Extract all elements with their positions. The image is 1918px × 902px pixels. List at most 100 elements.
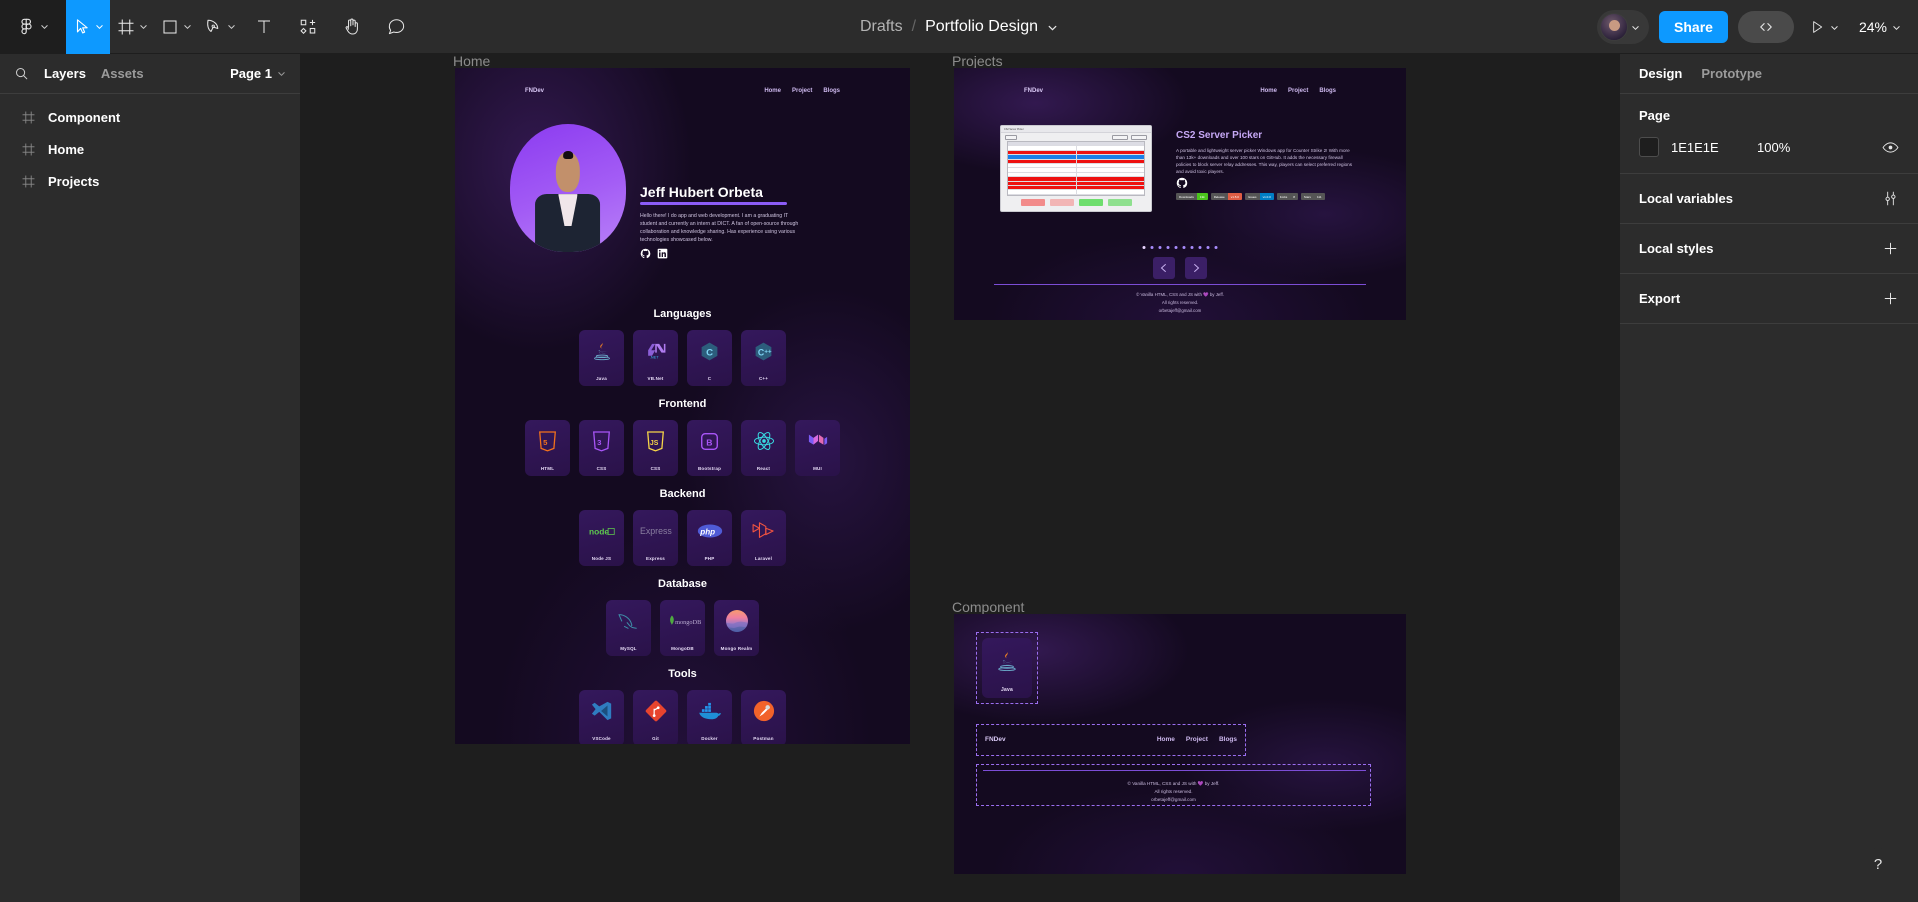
tech-card-css[interactable]: 3 CSS bbox=[579, 420, 624, 476]
page-selector[interactable]: Page 1 bbox=[230, 66, 286, 81]
nav-link-project[interactable]: Project bbox=[1288, 88, 1308, 94]
design-canvas[interactable]: Home FNDev Home Project Blogs Jeff Huber… bbox=[301, 54, 1619, 902]
figma-menu-button[interactable] bbox=[0, 0, 66, 54]
tab-layers[interactable]: Layers bbox=[44, 66, 86, 81]
local-styles-row[interactable]: Local styles bbox=[1620, 224, 1918, 274]
nav-link-home[interactable]: Home bbox=[764, 88, 781, 94]
carousel-dot[interactable] bbox=[1150, 246, 1154, 249]
nav-link-home[interactable]: Home bbox=[1260, 88, 1277, 94]
local-variables-row[interactable]: Local variables bbox=[1620, 174, 1918, 224]
add-local-style-button[interactable] bbox=[1882, 240, 1899, 257]
file-menu-chevron-down-icon[interactable] bbox=[1047, 22, 1058, 33]
carousel-dot[interactable] bbox=[1142, 246, 1146, 249]
fill-color-swatch[interactable] bbox=[1639, 137, 1659, 157]
site-brand[interactable]: FNDev bbox=[985, 736, 1006, 743]
nav-link-project[interactable]: Project bbox=[1186, 736, 1208, 743]
badge-downloads: Downloads 13k bbox=[1176, 193, 1208, 200]
nav-link-blogs[interactable]: Blogs bbox=[1319, 88, 1336, 94]
file-title[interactable]: Portfolio Design bbox=[925, 18, 1038, 36]
hand-tool-button[interactable] bbox=[330, 0, 374, 54]
site-brand[interactable]: FNDev bbox=[1024, 88, 1043, 94]
frame-home[interactable]: FNDev Home Project Blogs Jeff Hubert Orb… bbox=[455, 68, 910, 744]
layer-item-component[interactable]: Component bbox=[0, 101, 300, 133]
fill-opacity-value[interactable]: 100% bbox=[1757, 140, 1790, 155]
export-row[interactable]: Export bbox=[1620, 274, 1918, 324]
layer-item-projects[interactable]: Projects bbox=[0, 165, 300, 197]
local-variables-open-button[interactable] bbox=[1882, 190, 1899, 207]
tech-card-react[interactable]: React bbox=[741, 420, 786, 476]
tab-design[interactable]: Design bbox=[1639, 66, 1682, 81]
carousel-dot[interactable] bbox=[1190, 246, 1194, 249]
carousel-next-button[interactable] bbox=[1185, 257, 1207, 279]
comment-icon bbox=[388, 19, 404, 35]
carousel-prev-button[interactable] bbox=[1153, 257, 1175, 279]
nav-link-blogs[interactable]: Blogs bbox=[1219, 736, 1237, 743]
cpp-icon: C ++ bbox=[751, 338, 777, 364]
frame-projects[interactable]: FNDev Home Project Blogs CS2 Server Pick… bbox=[954, 68, 1406, 320]
tech-card-docker[interactable]: Docker bbox=[687, 690, 732, 744]
carousel-dot[interactable] bbox=[1158, 246, 1162, 249]
breadcrumb-parent[interactable]: Drafts bbox=[860, 18, 903, 36]
tech-card-vscode[interactable]: VSCode bbox=[579, 690, 624, 744]
tech-card-express[interactable]: Express Express bbox=[633, 510, 678, 566]
tech-card-postman[interactable]: Postman bbox=[741, 690, 786, 744]
tech-card-cpp[interactable]: C ++ C++ bbox=[741, 330, 786, 386]
help-button[interactable]: ? bbox=[1862, 848, 1894, 880]
tech-card-bootstrap[interactable]: B Bootstrap bbox=[687, 420, 732, 476]
nav-link-project[interactable]: Project bbox=[792, 88, 812, 94]
carousel-dot[interactable] bbox=[1166, 246, 1170, 249]
tech-card-html[interactable]: 5 HTML bbox=[525, 420, 570, 476]
fill-hex-value[interactable]: 1E1E1E bbox=[1671, 140, 1745, 155]
tech-card-mysql[interactable]: MySQL bbox=[606, 600, 651, 656]
tech-card-mongo-realm[interactable]: Mongo Realm bbox=[714, 600, 759, 656]
project-repo-link[interactable] bbox=[1176, 176, 1188, 194]
carousel-dot[interactable] bbox=[1198, 246, 1202, 249]
frame-component[interactable]: Java FNDev Home Project Blogs © Vanilla … bbox=[954, 614, 1406, 874]
frame-label-projects[interactable]: Projects bbox=[952, 54, 1003, 69]
nav-link-home[interactable]: Home bbox=[1157, 736, 1175, 743]
carousel-dot[interactable] bbox=[1182, 246, 1186, 249]
tab-assets[interactable]: Assets bbox=[101, 66, 144, 81]
frame-tool-button[interactable] bbox=[110, 0, 154, 54]
fill-visibility-toggle[interactable] bbox=[1882, 139, 1899, 156]
tech-card-nodejs[interactable]: node Node JS bbox=[579, 510, 624, 566]
frame-label-component[interactable]: Component bbox=[952, 599, 1024, 615]
carousel-dot[interactable] bbox=[1174, 246, 1178, 249]
move-tool-button[interactable] bbox=[66, 0, 110, 54]
tech-card-vbnet[interactable]: .NET VB.Net bbox=[633, 330, 678, 386]
layer-item-home[interactable]: Home bbox=[0, 133, 300, 165]
present-button[interactable] bbox=[1804, 19, 1844, 35]
github-icon[interactable] bbox=[640, 248, 651, 259]
tab-prototype[interactable]: Prototype bbox=[1701, 66, 1762, 81]
actions-tool-button[interactable] bbox=[286, 0, 330, 54]
add-export-button[interactable] bbox=[1882, 290, 1899, 307]
tech-card-c[interactable]: C C bbox=[687, 330, 732, 386]
tech-card-mongodb[interactable]: mongoDB MongoDB bbox=[660, 600, 705, 656]
dev-mode-button[interactable] bbox=[1737, 11, 1794, 43]
tech-card-laravel[interactable]: Laravel bbox=[741, 510, 786, 566]
tech-card-javascript[interactable]: JS CSS bbox=[633, 420, 678, 476]
shape-tool-button[interactable] bbox=[154, 0, 198, 54]
tech-card-git[interactable]: Git bbox=[633, 690, 678, 744]
frame-label-home[interactable]: Home bbox=[453, 54, 490, 69]
comment-tool-button[interactable] bbox=[374, 0, 418, 54]
component-navbar-wrapper[interactable]: FNDev Home Project Blogs bbox=[976, 724, 1246, 756]
zoom-menu[interactable]: 24% bbox=[1854, 19, 1906, 35]
nav-link-blogs[interactable]: Blogs bbox=[823, 88, 840, 94]
component-tech-card-java[interactable]: Java bbox=[982, 638, 1032, 698]
component-footer-wrapper[interactable]: © Vanilla HTML, CSS and JS with 💜 by Jef… bbox=[976, 764, 1371, 806]
tech-card-mui[interactable]: MUI bbox=[795, 420, 840, 476]
linkedin-icon[interactable] bbox=[657, 248, 668, 259]
text-tool-button[interactable] bbox=[242, 0, 286, 54]
tech-card-php[interactable]: php PHP bbox=[687, 510, 732, 566]
c-icon: C bbox=[697, 338, 723, 364]
collaborators-menu[interactable] bbox=[1597, 10, 1650, 44]
search-icon[interactable] bbox=[14, 66, 29, 81]
php-icon: php bbox=[697, 518, 723, 544]
share-button[interactable]: Share bbox=[1659, 11, 1728, 43]
site-brand[interactable]: FNDev bbox=[525, 88, 544, 94]
carousel-dot[interactable] bbox=[1214, 246, 1218, 249]
tech-card-java[interactable]: Java bbox=[579, 330, 624, 386]
carousel-dot[interactable] bbox=[1206, 246, 1210, 249]
pen-tool-button[interactable] bbox=[198, 0, 242, 54]
